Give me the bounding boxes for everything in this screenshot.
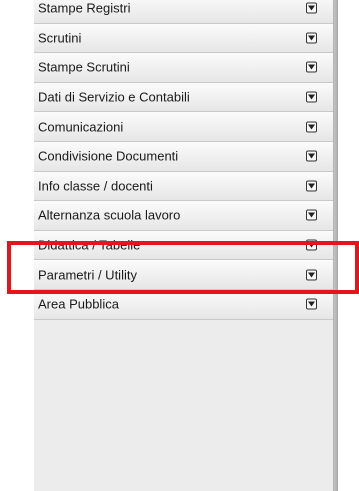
menu-item-didattica-tabelle[interactable]: Didattica / Tabelle bbox=[34, 230, 333, 261]
menu-item-label: Stampe Registri bbox=[38, 0, 131, 16]
chevron-down-icon[interactable] bbox=[306, 180, 317, 192]
chevron-down-icon[interactable] bbox=[306, 269, 317, 281]
chevron-down-icon[interactable] bbox=[306, 61, 317, 73]
chevron-down-icon[interactable] bbox=[306, 121, 317, 133]
menu-item-stampe-registri[interactable]: Stampe Registri bbox=[34, 0, 333, 24]
menu-item-stampe-scrutini[interactable]: Stampe Scrutini bbox=[34, 53, 333, 83]
menu-item-condivisione-documenti[interactable]: Condivisione Documenti bbox=[34, 141, 333, 172]
chevron-down-icon[interactable] bbox=[306, 2, 317, 14]
accordion-menu: Stampe Registri Scrutini Stampe Scrutini… bbox=[34, 0, 333, 320]
menu-item-comunicazioni[interactable]: Comunicazioni bbox=[34, 112, 333, 142]
chevron-down-icon[interactable] bbox=[306, 209, 317, 221]
chevron-down-icon[interactable] bbox=[306, 150, 317, 162]
menu-item-area-pubblica[interactable]: Area Pubblica bbox=[34, 289, 333, 320]
menu-item-label: Stampe Scrutini bbox=[38, 59, 130, 75]
chevron-down-icon[interactable] bbox=[306, 32, 317, 44]
chevron-down-icon[interactable] bbox=[306, 91, 317, 103]
menu-item-info-classe-docenti[interactable]: Info classe / docenti bbox=[34, 171, 333, 202]
menu-item-label: Alternanza scuola lavoro bbox=[38, 207, 181, 223]
menu-item-alternanza-scuola-lavoro[interactable]: Alternanza scuola lavoro bbox=[34, 201, 333, 231]
menu-item-label: Parametri / Utility bbox=[38, 267, 137, 283]
menu-item-label: Dati di Servizio e Contabili bbox=[38, 89, 190, 105]
chevron-down-icon[interactable] bbox=[306, 239, 317, 251]
scrollbar[interactable] bbox=[333, 0, 338, 491]
chevron-down-icon[interactable] bbox=[306, 298, 317, 310]
menu-item-label: Scrutini bbox=[38, 30, 82, 46]
menu-item-label: Comunicazioni bbox=[38, 119, 124, 135]
menu-item-label: Info classe / docenti bbox=[38, 178, 153, 194]
menu-item-scrutini[interactable]: Scrutini bbox=[34, 23, 333, 54]
screenshot-stage: Stampe Registri Scrutini Stampe Scrutini… bbox=[0, 0, 359, 491]
menu-item-dati-servizio-contabili[interactable]: Dati di Servizio e Contabili bbox=[34, 82, 333, 113]
menu-item-label: Area Pubblica bbox=[38, 296, 119, 312]
menu-item-label: Didattica / Tabelle bbox=[38, 237, 141, 253]
menu-item-label: Condivisione Documenti bbox=[38, 148, 179, 164]
menu-item-parametri-utility[interactable]: Parametri / Utility bbox=[34, 260, 333, 290]
